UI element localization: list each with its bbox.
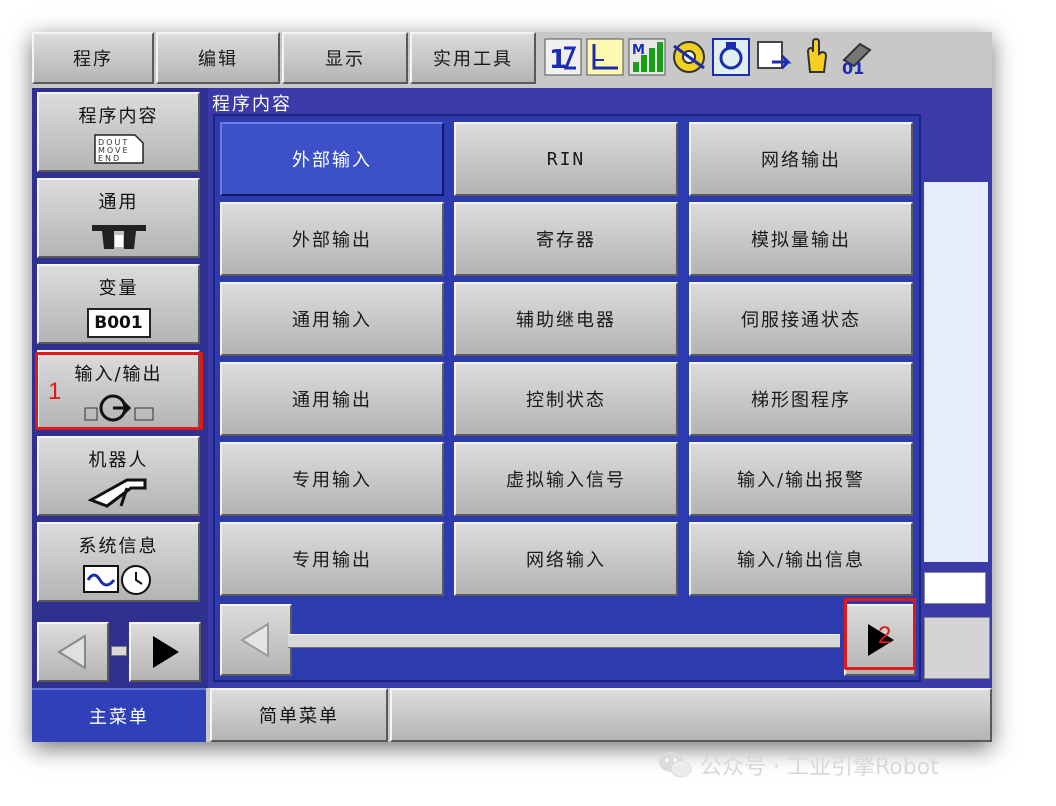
submenu-prev-button[interactable] [220,604,292,676]
teach-pendant-screen: 程序 编辑 显示 实用工具 1 M 01 程序内容 程序内容 DOUT MOVE… [32,32,992,742]
submenu-item-label: 伺服接通状态 [741,310,861,331]
robot-label: 机器人 [88,450,149,471]
submenu-item-r5-c1[interactable]: 专用输入 [220,442,444,516]
menu-utility[interactable]: 实用工具 [410,32,536,84]
main-menu-system-info[interactable]: 系统信息 [37,522,200,602]
submenu-item-r2-c3[interactable]: 模拟量输出 [689,202,913,276]
cycle-digits: 01 [842,59,864,76]
cycle-icon: 01 [838,38,876,76]
wechat-icon [659,752,692,778]
mode-icon [754,38,792,76]
submenu-item-r6-c1[interactable]: 专用输出 [220,522,444,596]
svg-text:M: M [632,43,645,58]
submenu-item-r3-c2[interactable]: 辅助继电器 [454,282,678,356]
menu-utility-label: 实用工具 [433,49,513,70]
submenu-item-r2-c1[interactable]: 外部输出 [220,202,444,276]
menu-edit[interactable]: 编辑 [156,32,280,84]
background-input-field [924,572,986,604]
menu-display[interactable]: 显示 [282,32,408,84]
submenu-item-r4-c3[interactable]: 梯形图程序 [689,362,913,436]
robot-arm-icon [86,476,151,510]
submenu-item-label: 通用输出 [292,390,372,411]
stage: 程序 编辑 显示 实用工具 1 M 01 程序内容 程序内容 DOUT MOVE… [0,0,1056,806]
submenu-item-r5-c2[interactable]: 虚拟输入信号 [454,442,678,516]
left-menu-prev-button[interactable] [37,622,109,682]
submenu-item-label: RIN [546,148,586,170]
document-icon: DOUT MOVE END [93,132,145,166]
menu-program-label: 程序 [73,49,113,70]
arrow-right-icon [153,636,179,668]
annotation-number-2: 2 [878,622,892,649]
submenu-item-label: 辅助继电器 [516,310,616,331]
speed-icon: M [628,38,666,76]
servo-icon [670,38,708,76]
main-menu-program-content[interactable]: 程序内容 DOUT MOVE END [37,92,200,172]
tab-main-menu[interactable]: 主菜单 [32,688,206,742]
gripper-icon [88,218,150,252]
arrow-left-icon [240,622,269,658]
tab-main-menu-label: 主菜单 [89,707,149,728]
tool-icon [712,38,750,76]
frame-icon [586,38,624,76]
variable-sample: B001 [86,308,151,338]
submenu-item-r4-c2[interactable]: 控制状态 [454,362,678,436]
submenu-item-label: 输入/输出报警 [736,470,866,491]
submenu-item-label: 控制状态 [526,390,606,411]
submenu-item-r1-c2[interactable]: RIN [454,122,678,196]
submenu-item-label: 虚拟输入信号 [506,470,626,491]
submenu-item-label: 专用输出 [292,550,372,571]
submenu-item-r3-c3[interactable]: 伺服接通状态 [689,282,913,356]
submenu-item-label: 通用输入 [292,310,372,331]
hand-icon [796,38,834,76]
coord-icon: 1 [544,38,582,76]
submenu-item-label: 网络输入 [526,550,606,571]
background-window-title: 程序内容 [212,94,292,115]
variable-label: 变量 [98,278,139,299]
main-menu-robot[interactable]: 机器人 [37,436,200,516]
submenu-item-label: 模拟量输出 [751,230,851,251]
menu-edit-label: 编辑 [198,49,238,70]
background-panel [924,617,990,679]
submenu-item-r6-c2[interactable]: 网络输入 [454,522,678,596]
submenu-item-label: 输入/输出信息 [736,550,866,571]
status-bar: 1 M 01 [538,32,992,84]
arrow-left-icon [57,634,86,670]
variable-box: B001 [86,306,151,340]
submenu-item-r1-c3[interactable]: 网络输出 [689,122,913,196]
svg-text:END: END [98,154,121,163]
submenu-item-r6-c3[interactable]: 输入/输出信息 [689,522,913,596]
general-label: 通用 [98,192,139,213]
system-info-icon [82,562,156,596]
submenu-item-r5-c3[interactable]: 输入/输出报警 [689,442,913,516]
watermark: 公众号 · 工业引擎Robot [658,748,939,782]
program-content-label: 程序内容 [78,106,159,127]
main-menu-general[interactable]: 通用 [37,178,200,258]
bottom-status-area [390,688,992,742]
submenu-item-r3-c1[interactable]: 通用输入 [220,282,444,356]
menu-program[interactable]: 程序 [32,32,154,84]
submenu-scrollbar[interactable] [288,634,840,648]
submenu-item-label: 外部输出 [292,230,372,251]
main-menu-variable[interactable]: 变量 B001 [37,264,200,344]
submenu-item-label: 梯形图程序 [751,390,851,411]
background-content [924,182,988,562]
watermark-text: 公众号 · 工业引擎Robot [700,755,939,780]
tab-simple-menu[interactable]: 简单菜单 [210,688,388,742]
submenu-item-r1-c1[interactable]: 外部输入 [220,122,444,196]
submenu-item-label: 网络输出 [761,150,841,171]
menu-display-label: 显示 [325,49,365,70]
submenu-item-r4-c1[interactable]: 通用输出 [220,362,444,436]
system-info-label: 系统信息 [78,536,159,557]
submenu-item-r2-c2[interactable]: 寄存器 [454,202,678,276]
tab-simple-menu-label: 简单菜单 [259,706,339,727]
annotation-number-1: 1 [48,378,62,405]
submenu-item-label: 专用输入 [292,470,372,491]
left-menu-connector [111,646,127,656]
left-menu-next-button[interactable] [129,622,201,682]
submenu-item-label: 外部输入 [292,150,372,171]
submenu-item-label: 寄存器 [536,230,596,251]
